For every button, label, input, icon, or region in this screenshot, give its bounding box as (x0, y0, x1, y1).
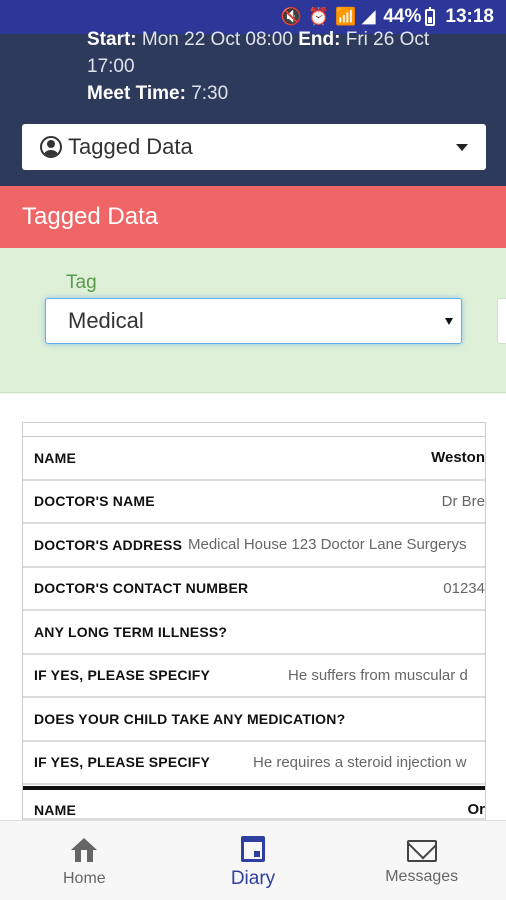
table-row: ANY LONG TERM ILLNESS? (23, 611, 485, 655)
row-key: DOCTOR'S NAME (34, 493, 155, 510)
row-value: Medical House 123 Doctor Lane Surgerys (188, 536, 467, 554)
chevron-down-icon (456, 144, 468, 151)
row-key: NAME (34, 802, 77, 818)
table-row: DOCTOR'S ADDRESS Medical House 123 Docto… (23, 524, 485, 568)
row-value: Or (467, 801, 485, 818)
event-dates: Start: Mon 22 Oct 08:00 End: Fri 26 Oct (87, 27, 429, 53)
row-key: IF YES, PLEASE SPECIFY (34, 754, 211, 771)
wifi-icon: 📶 (335, 7, 357, 26)
row-key: IF YES, PLEASE SPECIFY (34, 667, 211, 684)
bottom-navigation: Home Diary Messages (0, 820, 506, 900)
row-value: He suffers from muscular d (288, 666, 468, 684)
row-value: Dr Bre (441, 492, 485, 510)
tag-select[interactable]: Medical (45, 298, 462, 344)
mail-icon (406, 839, 437, 862)
nav-messages[interactable]: Messages (337, 821, 506, 900)
clock: 13:18 (445, 6, 494, 27)
mute-icon: 🔇 (280, 7, 302, 26)
row-value: Weston (431, 449, 485, 467)
nav-diary-label: Diary (230, 867, 276, 889)
select-arrow-icon (445, 318, 453, 325)
end-label: End: (298, 29, 341, 50)
adjacent-panel-edge (497, 298, 506, 344)
nav-messages-label: Messages (385, 867, 459, 885)
table-row: NAME Weston (23, 437, 485, 481)
battery-icon (425, 6, 436, 26)
meet-time-line: Meet Time: 7:30 (87, 81, 228, 107)
start-label: Start: (87, 29, 137, 50)
row-value: He requires a steroid injection w (253, 753, 467, 771)
table-header-gap (23, 423, 485, 437)
meet-label: Meet Time: (87, 83, 186, 104)
event-end-time-line: 17:00 (87, 54, 135, 80)
alarm-icon: ⏰ (307, 7, 330, 26)
nav-home[interactable]: Home (0, 821, 169, 900)
table-row: DOCTOR'S CONTACT NUMBER 01234 (23, 568, 485, 611)
row-key: DOCTOR'S CONTACT NUMBER (34, 580, 249, 597)
tag-select-value: Medical (68, 308, 144, 333)
meet-value: 7:30 (191, 83, 229, 104)
table-row: NAME Or (23, 790, 485, 820)
signal-icon: ◢ (362, 7, 376, 26)
user-icon (40, 136, 62, 158)
start-value: Mon 22 Oct 08:00 (141, 29, 293, 50)
table-row: DOES YOUR CHILD TAKE ANY MEDICATION? (23, 698, 485, 742)
home-icon (70, 837, 98, 864)
tagged-data-table[interactable]: NAME Weston DOCTOR'S NAME Dr Bre DOCTOR'… (22, 422, 486, 820)
nav-diary[interactable]: Diary (169, 821, 338, 900)
table-row: IF YES, PLEASE SPECIFY He suffers from m… (23, 655, 485, 698)
section-title: Tagged Data (0, 186, 506, 248)
table-row: DOCTOR'S NAME Dr Bre (23, 481, 485, 524)
nav-home-label: Home (62, 869, 106, 887)
end-time: 17:00 (87, 56, 135, 77)
table-row: IF YES, PLEASE SPECIFY He requires a ste… (23, 742, 485, 785)
end-value: Fri 26 Oct (345, 29, 430, 50)
row-key: NAME (34, 449, 77, 466)
calendar-icon (241, 835, 265, 862)
row-key: ANY LONG TERM ILLNESS? (34, 623, 228, 640)
row-key: DOCTOR'S ADDRESS (34, 536, 183, 553)
tag-label: Tag (66, 272, 97, 293)
view-selector-dropdown[interactable]: Tagged Data (22, 124, 486, 170)
row-value: 01234 (443, 579, 485, 597)
row-key: DOES YOUR CHILD TAKE ANY MEDICATION? (34, 710, 346, 727)
battery-percent: 44% (383, 6, 422, 27)
view-selector-label: Tagged Data (68, 134, 193, 159)
